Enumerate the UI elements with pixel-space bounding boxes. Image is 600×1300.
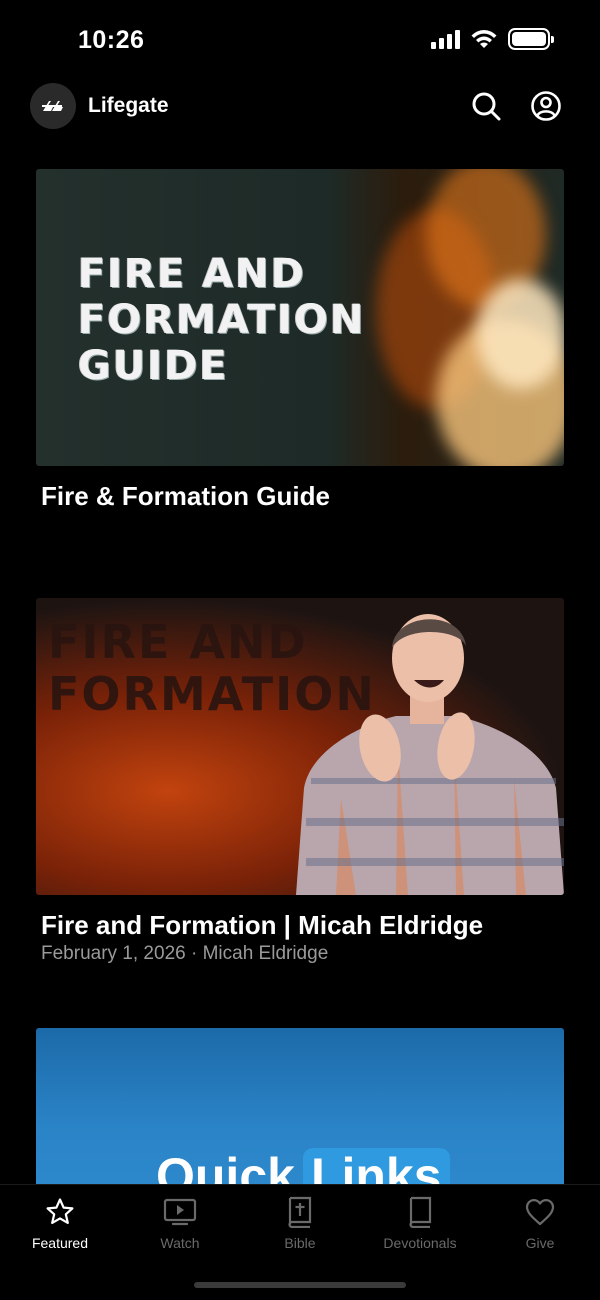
card-thumbnail[interactable]: Quick Links bbox=[36, 1028, 564, 1188]
app-title: Lifegate bbox=[88, 94, 169, 117]
profile-icon bbox=[531, 91, 561, 121]
bible-icon bbox=[288, 1196, 312, 1228]
thumbnail-title: FIRE AND FORMATION GUIDE bbox=[78, 251, 366, 389]
lifegate-logo-icon bbox=[42, 101, 63, 111]
book-icon bbox=[409, 1196, 432, 1228]
tv-icon bbox=[163, 1198, 197, 1226]
tab-label: Devotionals bbox=[383, 1235, 457, 1251]
app-header: Lifegate bbox=[0, 82, 600, 130]
card-title[interactable]: Fire & Formation Guide bbox=[41, 480, 564, 512]
speaker-photo bbox=[296, 614, 564, 895]
content-card[interactable]: Quick Links bbox=[36, 1028, 564, 1188]
heart-icon bbox=[525, 1199, 555, 1226]
thumbnail-title: Quick Links bbox=[156, 1148, 450, 1188]
tab-devotionals[interactable]: Devotionals bbox=[360, 1195, 480, 1251]
card-meta: February 1, 2026 · Micah Eldridge bbox=[41, 943, 329, 964]
tab-bible[interactable]: Bible bbox=[240, 1195, 360, 1251]
lifegate-logo[interactable] bbox=[30, 83, 76, 129]
tab-label: Watch bbox=[160, 1235, 200, 1251]
tab-give[interactable]: Give bbox=[480, 1195, 600, 1251]
tab-watch[interactable]: Watch bbox=[120, 1195, 240, 1251]
profile-button[interactable] bbox=[530, 90, 562, 122]
star-icon bbox=[46, 1198, 74, 1224]
card-thumbnail[interactable]: FIRE AND FORMATION bbox=[36, 598, 564, 895]
tab-label: Give bbox=[525, 1235, 555, 1251]
card-title[interactable]: Fire and Formation | Micah Eldridge bbox=[41, 909, 564, 941]
battery-icon bbox=[508, 28, 554, 50]
search-icon bbox=[472, 92, 501, 121]
wifi-icon bbox=[471, 30, 497, 48]
cellular-signal-icon bbox=[431, 29, 460, 49]
content-card[interactable]: FIRE AND FORMATION Fire and Formation | … bbox=[36, 598, 564, 967]
tab-label: Featured bbox=[31, 1235, 89, 1251]
search-button[interactable] bbox=[470, 90, 502, 122]
content-card[interactable]: FIRE AND FORMATION GUIDE Fire & Formatio… bbox=[36, 169, 564, 512]
card-thumbnail[interactable]: FIRE AND FORMATION GUIDE bbox=[36, 169, 564, 466]
tab-featured[interactable]: Featured bbox=[0, 1195, 120, 1251]
status-bar: 10:26 bbox=[0, 0, 600, 80]
tab-label: Bible bbox=[284, 1235, 316, 1251]
home-indicator[interactable] bbox=[194, 1282, 406, 1288]
status-time: 10:26 bbox=[78, 26, 145, 54]
status-icons bbox=[431, 28, 554, 50]
